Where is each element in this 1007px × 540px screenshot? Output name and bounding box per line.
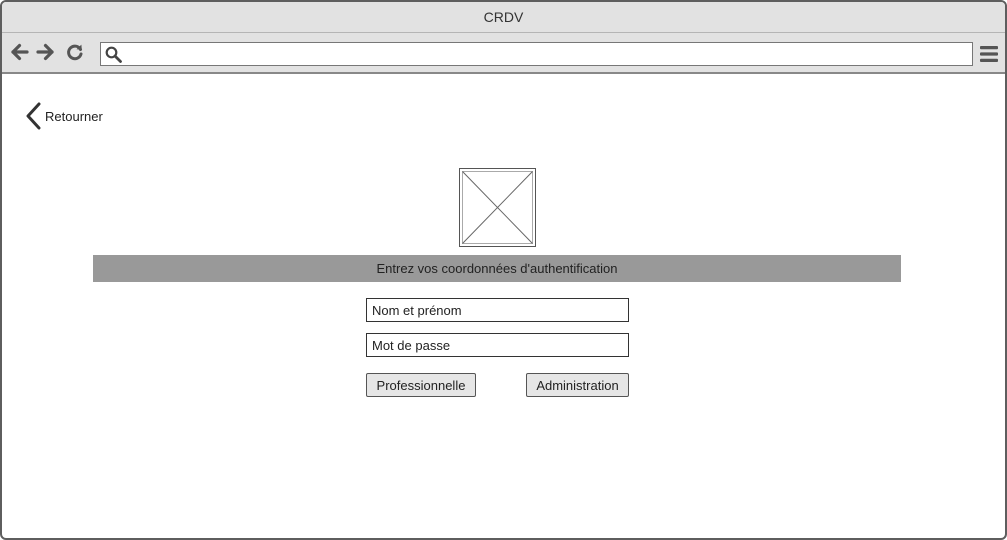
back-label: Retourner (45, 108, 103, 124)
address-input[interactable] (125, 44, 965, 64)
auth-banner-text: Entrez vos coordonnées d'authentificatio… (376, 261, 618, 276)
professional-button[interactable]: Professionnelle (366, 373, 476, 397)
hamburger-menu-icon[interactable] (979, 45, 999, 63)
browser-window: CRDV Retourner Entrez vos coordonnées d'… (0, 0, 1007, 540)
reload-icon[interactable] (65, 42, 85, 62)
password-input[interactable] (366, 333, 629, 357)
window-title: CRDV (483, 9, 524, 25)
administration-button[interactable]: Administration (526, 373, 629, 397)
search-icon (105, 46, 122, 63)
arrow-right-icon[interactable] (35, 42, 55, 62)
window-titlebar: CRDV (2, 2, 1005, 33)
chevron-left-icon (26, 102, 41, 130)
image-placeholder-icon (459, 168, 536, 247)
back-link[interactable]: Retourner (24, 101, 103, 131)
address-bar[interactable] (100, 42, 973, 66)
arrow-left-icon[interactable] (10, 42, 30, 62)
browser-toolbar (2, 33, 1005, 74)
name-input[interactable] (366, 298, 629, 322)
auth-banner: Entrez vos coordonnées d'authentificatio… (93, 255, 901, 282)
